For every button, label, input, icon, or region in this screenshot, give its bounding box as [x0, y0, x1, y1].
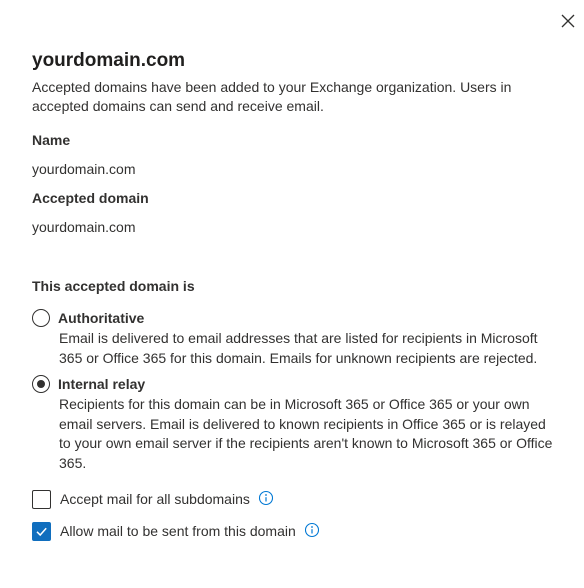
- radio-authoritative-circle[interactable]: [32, 309, 50, 327]
- radio-authoritative[interactable]: Authoritative Email is delivered to emai…: [32, 309, 562, 369]
- close-button[interactable]: [557, 10, 579, 32]
- send-from-domain-checkbox-label-wrap: Allow mail to be sent from this domain: [60, 522, 320, 543]
- name-label: Name: [32, 132, 71, 148]
- close-icon: [561, 14, 575, 28]
- domain-details-panel: yourdomain.com Accepted domains have bee…: [32, 50, 562, 116]
- domain-type-label: This accepted domain is: [32, 278, 195, 294]
- subdomains-checkbox-label-wrap: Accept mail for all subdomains: [60, 490, 274, 511]
- accepted-domain-value: yourdomain.com: [32, 219, 136, 235]
- accepted-domain-label: Accepted domain: [32, 190, 149, 206]
- radio-authoritative-description: Email is delivered to email addresses th…: [59, 330, 538, 366]
- subdomains-checkbox-label: Accept mail for all subdomains: [60, 491, 250, 508]
- send-from-domain-checkbox[interactable]: [32, 522, 51, 541]
- panel-title: yourdomain.com: [32, 50, 186, 71]
- name-value: yourdomain.com: [32, 161, 136, 177]
- checkmark-icon: [36, 527, 47, 537]
- radio-internal-relay[interactable]: Internal relay Recipients for this domai…: [32, 375, 562, 471]
- subdomains-checkbox[interactable]: [32, 490, 51, 509]
- radio-internal-relay-description: Recipients for this domain can be in Mic…: [59, 396, 553, 471]
- info-icon[interactable]: [304, 522, 320, 543]
- send-from-domain-checkbox-label: Allow mail to be sent from this domain: [60, 523, 296, 540]
- radio-internal-relay-label: Internal relay: [58, 376, 146, 392]
- radio-authoritative-label: Authoritative: [58, 310, 145, 326]
- checkbox-row-subdomains[interactable]: Accept mail for all subdomains: [32, 490, 332, 510]
- panel-description: Accepted domains have been added to your…: [32, 79, 512, 114]
- radio-internal-relay-circle[interactable]: [32, 375, 50, 393]
- info-icon[interactable]: [258, 490, 274, 511]
- checkbox-row-send-from-domain[interactable]: Allow mail to be sent from this domain: [32, 522, 352, 542]
